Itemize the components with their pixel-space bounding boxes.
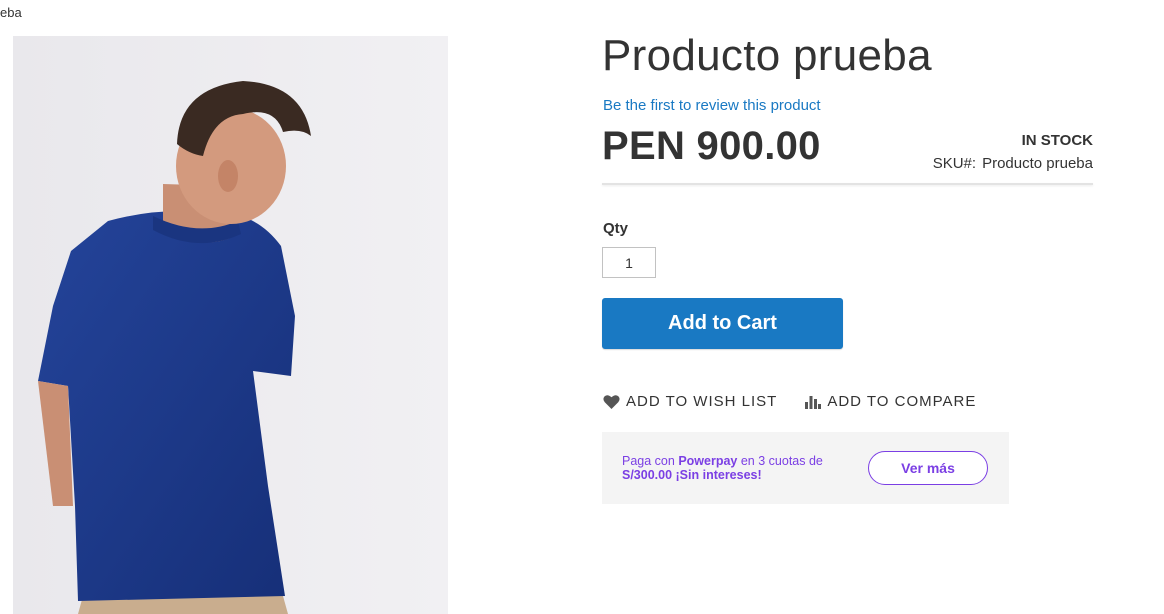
breadcrumb[interactable]: eba	[0, 5, 22, 20]
product-social-links: ADD TO WISH LIST ADD TO COMPARE	[603, 393, 976, 410]
powerpay-prefix: Paga con	[622, 454, 675, 468]
sku-value: Producto prueba	[982, 155, 1093, 172]
powerpay-installment: S/300.00 ¡Sin intereses!	[622, 468, 762, 482]
ver-mas-button[interactable]: Ver más	[868, 451, 988, 485]
qty-label: Qty	[603, 220, 629, 237]
sku-label: SKU#:	[932, 155, 977, 172]
powerpay-suffix: en 3 cuotas de	[740, 454, 823, 468]
add-to-cart-button[interactable]: Add to Cart	[602, 298, 843, 349]
wishlist-label: ADD TO WISH LIST	[626, 393, 778, 410]
compare-label: ADD TO COMPARE	[827, 393, 977, 410]
powerpay-banner: Paga con Powerpay en 3 cuotas de S/300.0…	[602, 432, 1009, 504]
qty-input[interactable]	[602, 247, 656, 278]
stock-status: IN STOCK	[1021, 132, 1093, 149]
add-to-compare-link[interactable]: ADD TO COMPARE	[805, 393, 976, 410]
page-title: Producto prueba	[602, 31, 932, 80]
product-photo	[13, 36, 448, 614]
product-image[interactable]	[13, 36, 448, 614]
powerpay-brand: Powerpay	[678, 454, 738, 468]
add-to-wishlist-link[interactable]: ADD TO WISH LIST	[603, 393, 777, 410]
bar-chart-icon	[805, 396, 822, 409]
powerpay-text: Paga con Powerpay en 3 cuotas de S/300.0…	[622, 454, 823, 482]
product-sku: SKU#: Producto prueba	[933, 155, 1093, 172]
review-link[interactable]: Be the first to review this product	[603, 97, 821, 114]
divider	[602, 183, 1093, 185]
heart-icon	[603, 395, 620, 409]
product-price: PEN 900.00	[602, 124, 821, 168]
